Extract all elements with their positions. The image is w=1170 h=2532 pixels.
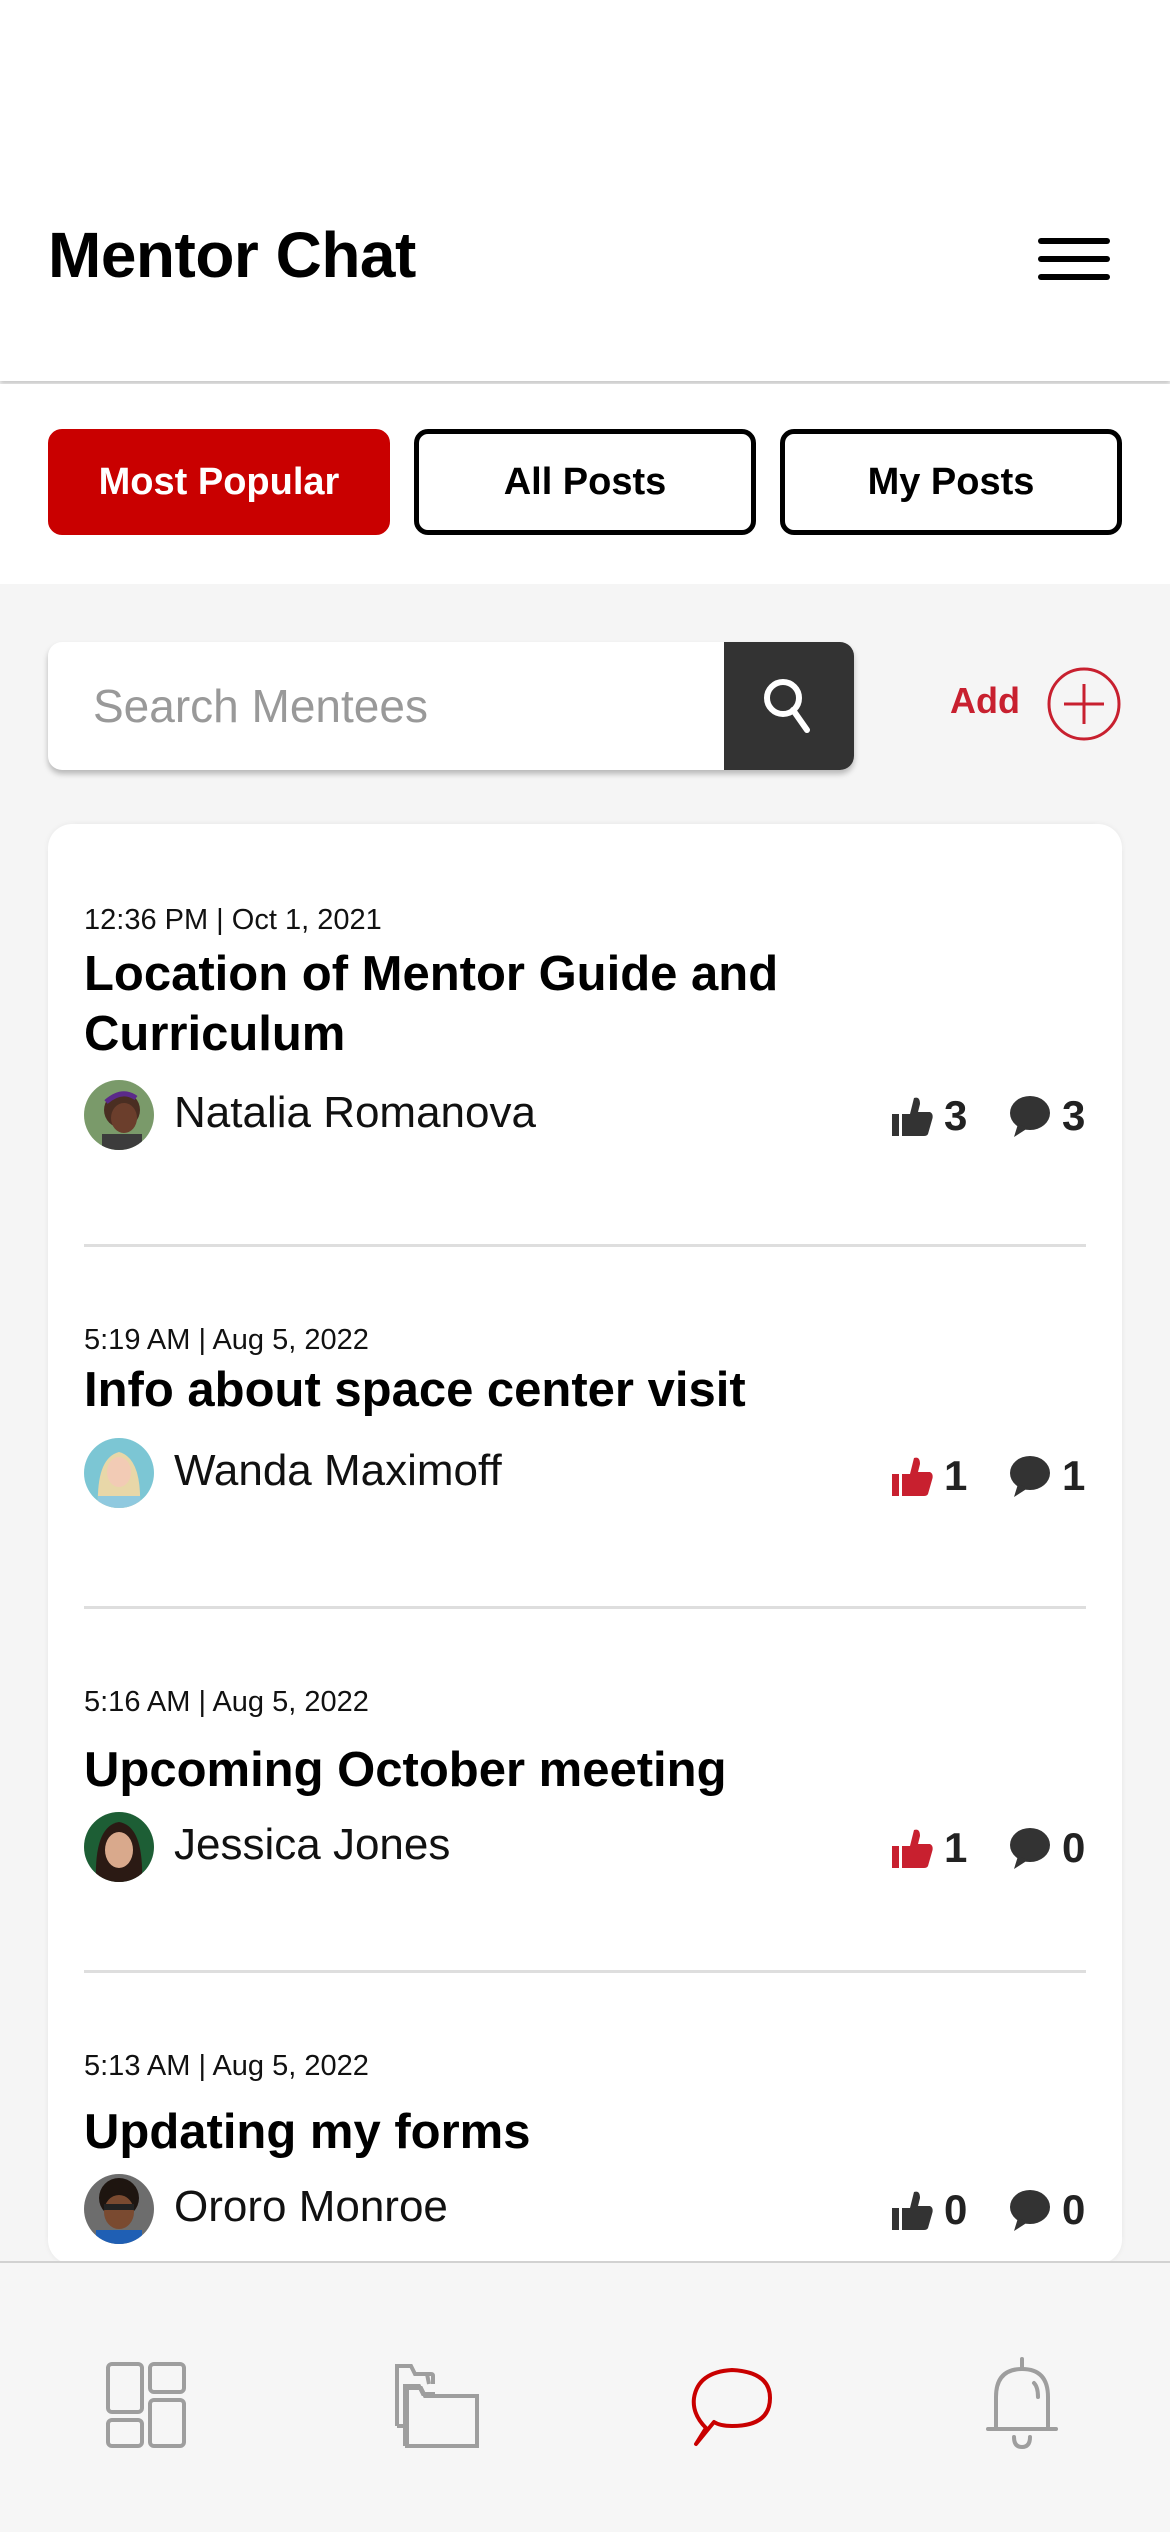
comment-count: 0	[1062, 2186, 1086, 2233]
tab-most-popular[interactable]: Most Popular	[48, 429, 390, 535]
post-stats: 3 3	[890, 1088, 1086, 1144]
comment-icon[interactable]	[1008, 2188, 1052, 2232]
add-post-label[interactable]: Add	[950, 680, 1020, 722]
author-name: Jessica Jones	[174, 1820, 451, 1869]
add-post-button[interactable]	[1046, 666, 1122, 742]
like-count: 3	[944, 1092, 968, 1139]
post-author-row: Jessica Jones 1 0	[84, 1812, 1086, 1882]
comment-count: 0	[1062, 1824, 1086, 1871]
post-timestamp: 5:13 AM | Aug 5, 2022	[84, 2050, 369, 2082]
comment-count: 1	[1062, 1452, 1086, 1499]
post-author-row: Ororo Monroe 0 0	[84, 2174, 1086, 2244]
app-header: Mentor Chat	[0, 0, 1170, 381]
posts-list: 12:36 PM | Oct 1, 2021 Location of Mento…	[48, 824, 1122, 2264]
like-count: 0	[944, 2186, 968, 2233]
author-name: Wanda Maximoff	[174, 1446, 502, 1495]
search-input[interactable]	[48, 642, 724, 770]
post-title[interactable]: Info about space center visit	[84, 1360, 844, 1420]
search-bar	[48, 642, 854, 770]
comment-icon[interactable]	[1008, 1454, 1052, 1498]
post-title[interactable]: Updating my forms	[84, 2102, 844, 2162]
comment-icon[interactable]	[1008, 1826, 1052, 1870]
post-stats: 1 1	[890, 1448, 1086, 1504]
plus-circle-icon	[1047, 667, 1121, 741]
post-title[interactable]: Upcoming October meeting	[84, 1740, 844, 1800]
page-title: Mentor Chat	[48, 219, 416, 291]
search-icon	[764, 679, 810, 733]
hamburger-menu-icon[interactable]	[1030, 232, 1110, 288]
thumbs-up-icon-liked[interactable]	[890, 1826, 934, 1870]
divider	[84, 1244, 1086, 1247]
post-author-row: Wanda Maximoff 1 1	[84, 1438, 1086, 1508]
comment-count: 3	[1062, 1092, 1086, 1139]
author-name: Natalia Romanova	[174, 1088, 536, 1137]
avatar	[84, 1812, 154, 1882]
post-author-row: Natalia Romanova 3 3	[84, 1080, 1086, 1150]
dashboard-icon	[106, 2362, 186, 2448]
avatar	[84, 1438, 154, 1508]
post-timestamp: 5:19 AM | Aug 5, 2022	[84, 1324, 369, 1356]
avatar	[84, 2174, 154, 2244]
comment-icon[interactable]	[1008, 1094, 1052, 1138]
thumbs-up-icon[interactable]	[890, 1094, 934, 1138]
thumbs-up-icon-liked[interactable]	[890, 1454, 934, 1498]
author-name: Ororo Monroe	[174, 2182, 448, 2231]
nav-files[interactable]	[388, 2355, 488, 2455]
tab-my-posts[interactable]: My Posts	[780, 429, 1122, 535]
like-count: 1	[944, 1452, 968, 1499]
thumbs-up-icon[interactable]	[890, 2188, 934, 2232]
app: Mentor Chat Most Popular All Posts My Po…	[0, 0, 1170, 2532]
like-count: 1	[944, 1824, 968, 1871]
post-title[interactable]: Location of Mentor Guide and Curriculum	[84, 944, 844, 1064]
folders-icon	[395, 2364, 479, 2448]
post-stats: 0 0	[890, 2182, 1086, 2238]
post-timestamp: 12:36 PM | Oct 1, 2021	[84, 904, 382, 936]
post-stats: 1 0	[890, 1820, 1086, 1876]
nav-notifications[interactable]	[972, 2355, 1072, 2455]
nav-dashboard[interactable]	[97, 2355, 197, 2455]
divider	[84, 1970, 1086, 1973]
divider	[84, 1606, 1086, 1609]
bell-icon	[986, 2357, 1058, 2450]
post-timestamp: 5:16 AM | Aug 5, 2022	[84, 1686, 369, 1718]
bottom-nav	[0, 2261, 1170, 2532]
search-button[interactable]	[724, 642, 854, 770]
avatar	[84, 1080, 154, 1150]
filter-tabs: Most Popular All Posts My Posts	[0, 384, 1170, 584]
tab-all-posts[interactable]: All Posts	[414, 429, 756, 535]
chat-icon	[691, 2368, 772, 2446]
nav-chat[interactable]	[682, 2355, 782, 2455]
